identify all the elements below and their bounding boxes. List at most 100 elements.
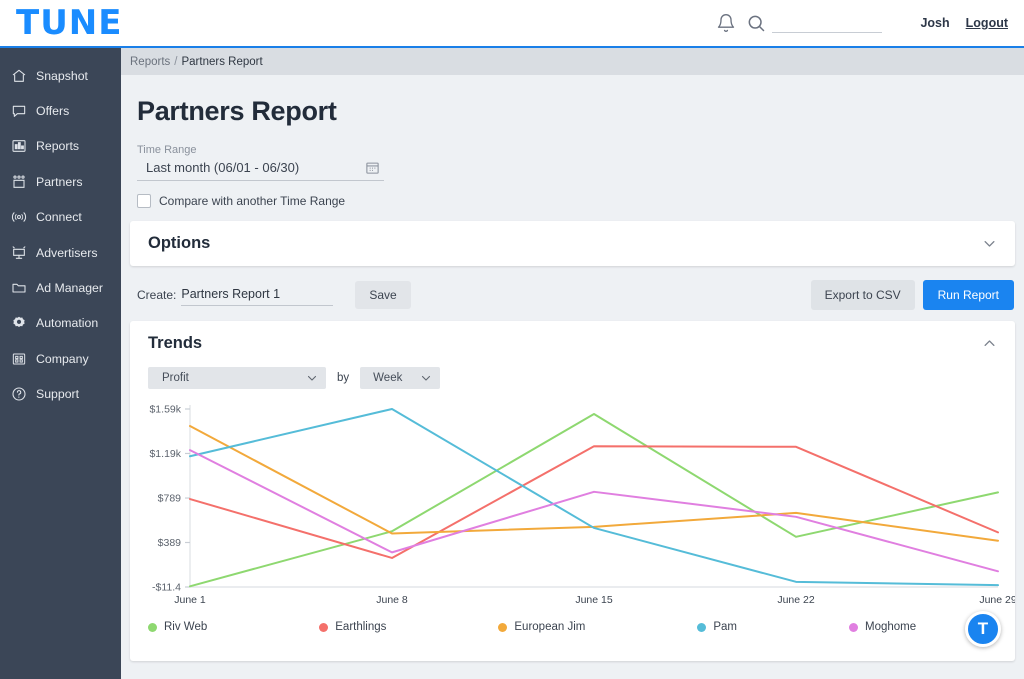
- sidebar-item-reports[interactable]: Reports: [0, 129, 121, 164]
- svg-text:$1.19k: $1.19k: [149, 448, 181, 460]
- options-panel[interactable]: Options: [130, 221, 1015, 266]
- svg-text:June 1: June 1: [174, 594, 206, 606]
- legend-color-dot: [148, 623, 157, 632]
- svg-text:June 8: June 8: [376, 594, 408, 606]
- legend-item[interactable]: Riv Web: [148, 621, 207, 633]
- sidebar-item-snapshot[interactable]: Snapshot: [0, 58, 121, 93]
- notifications-bell-icon[interactable]: [716, 13, 736, 33]
- create-label: Create:: [131, 288, 176, 302]
- run-report-button[interactable]: Run Report: [923, 280, 1014, 310]
- chevron-down-icon[interactable]: [982, 236, 997, 251]
- trends-chart: $1.59k $1.19k $789 $389 -$11.4June 1 June 8 Ju…: [130, 397, 1015, 607]
- chart-legend: Riv Web Earthlings European Jim Pam Moghome: [130, 621, 1015, 633]
- chevron-down-icon: [306, 372, 318, 384]
- legend-item[interactable]: Moghome: [849, 621, 916, 633]
- partners-icon: [11, 174, 27, 190]
- sidebar-item-ad-manager[interactable]: Ad Manager: [0, 270, 121, 305]
- sidebar-item-company[interactable]: Company: [0, 341, 121, 376]
- chevron-down-icon: [420, 372, 432, 384]
- time-range-label: Time Range: [137, 144, 1015, 156]
- sidebar-item-label: Company: [36, 352, 89, 366]
- svg-text:June 15: June 15: [575, 594, 613, 606]
- breadcrumb-parent-link[interactable]: Reports: [130, 56, 170, 68]
- top-header-bar: TUNE Josh Logout: [0, 0, 1024, 48]
- breadcrumb-separator: /: [174, 56, 177, 68]
- content-body: Partners Report Time Range Compare with: [121, 96, 1024, 661]
- sidebar-item-label: Ad Manager: [36, 281, 103, 295]
- legend-color-dot: [319, 623, 328, 632]
- sidebar-item-automation[interactable]: Automation: [0, 306, 121, 341]
- time-range-picker[interactable]: [137, 160, 384, 181]
- svg-text:$789: $789: [158, 493, 182, 505]
- compare-checkbox[interactable]: [137, 194, 151, 208]
- report-actions-row: Create: Save Export to CSV Run Report: [130, 280, 1015, 310]
- sidebar-item-label: Advertisers: [36, 246, 98, 260]
- main-content: Reports / Partners Report Partners Repor…: [121, 48, 1024, 679]
- page-title: Partners Report: [137, 96, 1015, 127]
- options-title: Options: [148, 234, 210, 253]
- legend-label: European Jim: [514, 621, 585, 633]
- sidebar-item-advertisers[interactable]: Advertisers: [0, 235, 121, 270]
- header-right-group: Josh Logout: [716, 13, 1024, 33]
- sidebar-item-label: Reports: [36, 139, 79, 153]
- sidebar-item-connect[interactable]: Connect: [0, 200, 121, 235]
- broadcast-icon: [11, 209, 27, 225]
- trends-panel: Trends Profit by: [130, 321, 1015, 661]
- sidebar-item-support[interactable]: Support: [0, 377, 121, 412]
- export-to-csv-button[interactable]: Export to CSV: [811, 280, 915, 310]
- legend-item[interactable]: Earthlings: [319, 621, 386, 633]
- legend-label: Earthlings: [335, 621, 386, 633]
- compare-label: Compare with another Time Range: [159, 194, 345, 208]
- tune-logo[interactable]: TUNE: [16, 6, 122, 40]
- question-icon: [11, 386, 27, 402]
- tune-help-fab[interactable]: T: [965, 611, 1001, 647]
- trends-line-chart: $1.59k $1.19k $789 $389 -$11.4June 1 June 8 Ju…: [130, 397, 1015, 609]
- sidebar-nav: Snapshot Offers Reports: [0, 48, 121, 679]
- report-name-input[interactable]: [181, 285, 333, 306]
- monitor-icon: [11, 245, 27, 261]
- user-name-label: Josh: [920, 16, 949, 30]
- logout-link[interactable]: Logout: [966, 16, 1008, 30]
- search-input[interactable]: [772, 13, 882, 33]
- folder-icon: [11, 280, 27, 296]
- interval-select[interactable]: Week: [360, 367, 440, 389]
- svg-text:-$11.4: -$11.4: [152, 582, 181, 594]
- metric-select[interactable]: Profit: [148, 367, 326, 389]
- sidebar-item-label: Connect: [36, 210, 82, 224]
- compare-time-range-row[interactable]: Compare with another Time Range: [137, 194, 1015, 208]
- svg-text:$389: $389: [158, 537, 182, 549]
- bar-chart-icon: [11, 138, 27, 154]
- trends-title: Trends: [148, 334, 202, 353]
- sidebar-item-offers[interactable]: Offers: [0, 93, 121, 128]
- sidebar-item-label: Automation: [36, 316, 98, 330]
- sidebar-item-label: Snapshot: [36, 69, 88, 83]
- sidebar-item-label: Support: [36, 387, 79, 401]
- legend-color-dot: [697, 623, 706, 632]
- breadcrumb: Reports / Partners Report: [121, 48, 1024, 75]
- options-panel-header[interactable]: Options: [130, 221, 1015, 266]
- legend-item[interactable]: European Jim: [498, 621, 585, 633]
- search-box[interactable]: [746, 13, 882, 33]
- app-root: TUNE Josh Logout: [0, 0, 1024, 679]
- svg-text:$1.59k: $1.59k: [149, 404, 181, 416]
- company-icon: [11, 351, 27, 367]
- sidebar-item-label: Offers: [36, 104, 69, 118]
- time-range-input[interactable]: [137, 160, 365, 175]
- legend-label: Pam: [713, 621, 737, 633]
- calendar-icon[interactable]: [365, 160, 380, 175]
- sidebar-item-partners[interactable]: Partners: [0, 164, 121, 199]
- breadcrumb-current: Partners Report: [181, 56, 262, 68]
- chevron-up-icon[interactable]: [982, 336, 997, 351]
- search-icon: [746, 13, 766, 33]
- legend-color-dot: [849, 623, 858, 632]
- legend-label: Moghome: [865, 621, 916, 633]
- save-button[interactable]: Save: [355, 281, 410, 309]
- sidebar-item-label: Partners: [36, 175, 82, 189]
- chat-icon: [11, 103, 27, 119]
- legend-label: Riv Web: [164, 621, 207, 633]
- home-icon: [11, 68, 27, 84]
- legend-item[interactable]: Pam: [697, 621, 737, 633]
- by-label: by: [337, 372, 349, 384]
- metric-select-value: Profit: [162, 372, 189, 384]
- interval-select-value: Week: [373, 372, 402, 384]
